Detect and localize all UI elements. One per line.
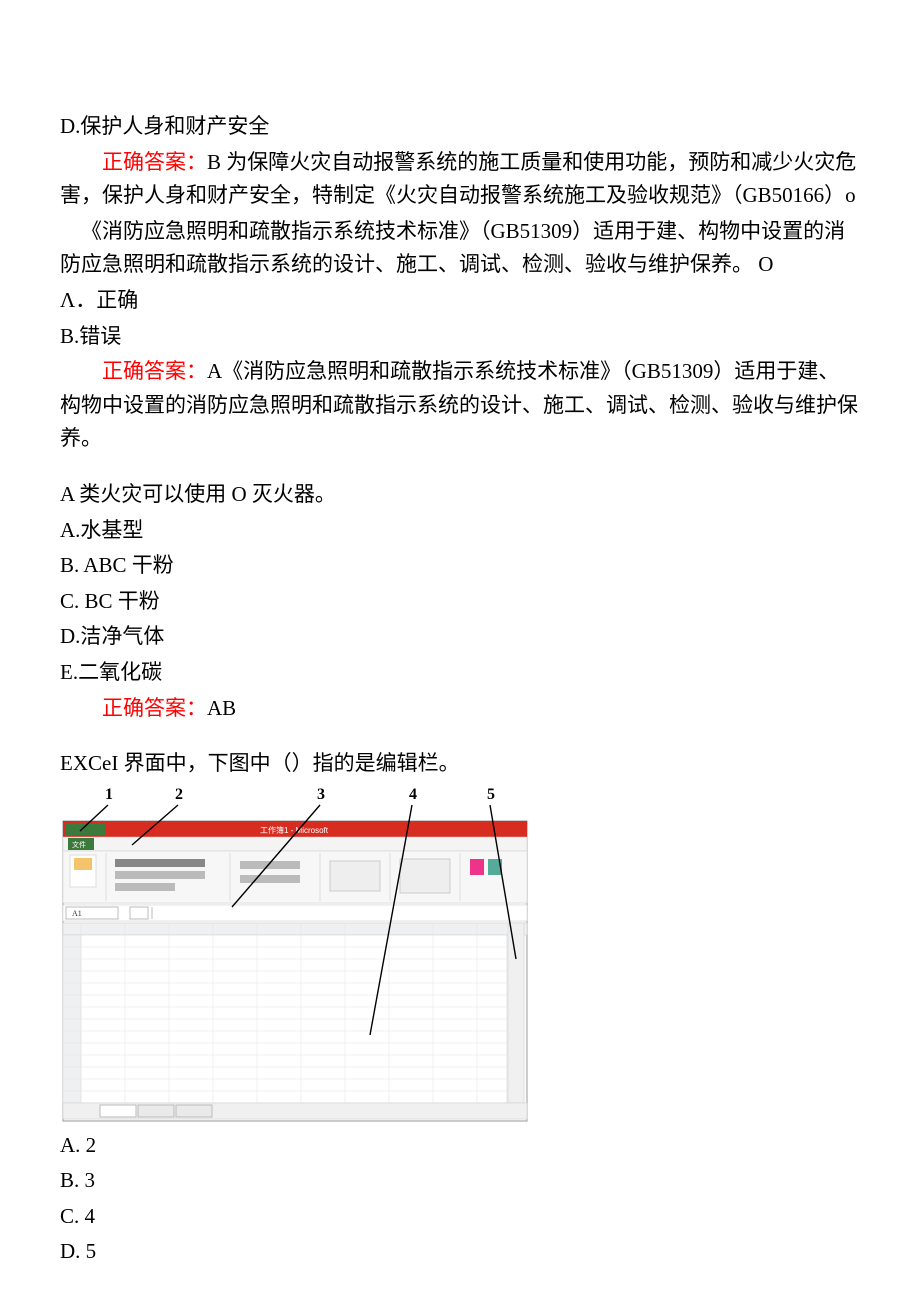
q2-stem: 《消防应急照明和疏散指示系统技术标准》（GB51309）适用于建、构物中设置的消…	[60, 215, 860, 282]
q3-option-a: A.水基型	[60, 514, 860, 548]
q2-option-b: B.错误	[60, 320, 860, 354]
svg-text:工作簿1 - Microsoft: 工作簿1 - Microsoft	[260, 825, 329, 835]
q1-answer: 正确答案：B 为保障火灾自动报警系统的施工质量和使用功能，预防和减少火灾危害，保…	[60, 146, 860, 213]
q4-option-a: A. 2	[60, 1129, 860, 1163]
answer-label: 正确答案：	[102, 359, 207, 383]
q1-option-d: D.保护人身和财产安全	[60, 110, 860, 144]
q3-option-d: D.洁净气体	[60, 620, 860, 654]
pointer-label-5: 5	[487, 786, 495, 803]
q3-answer: 正确答案：AB	[60, 692, 860, 726]
pointer-label-4: 4	[409, 786, 417, 803]
svg-text:A1: A1	[72, 909, 82, 918]
q2-answer: 正确答案：A《消防应急照明和疏散指示系统技术标准》（GB51309）适用于建、构…	[60, 355, 860, 456]
q4-option-c: C. 4	[60, 1200, 860, 1234]
q3-stem: A 类火灾可以使用 O 灭火器。	[60, 478, 860, 512]
q4-option-b: B. 3	[60, 1164, 860, 1198]
svg-text:文件: 文件	[72, 840, 86, 849]
q3-option-c: C. BC 干粉	[60, 585, 860, 619]
answer-label: 正确答案：	[102, 696, 207, 720]
pointer-label-2: 2	[175, 786, 183, 803]
q2-option-a: Λ．正确	[60, 284, 860, 318]
q3-option-b: B. ABC 干粉	[60, 549, 860, 583]
q4-option-d: D. 5	[60, 1235, 860, 1269]
answer-label: 正确答案：	[102, 150, 207, 174]
q3-answer-text: AB	[207, 696, 236, 720]
q4-stem: EXCeI 界面中，下图中（）指的是编辑栏。	[60, 747, 860, 781]
pointer-label-1: 1	[105, 786, 113, 803]
excel-diagram-svg: 工作簿1 - Microsoft 文件	[60, 785, 530, 1125]
q3-option-e: E.二氧化碳	[60, 656, 860, 690]
excel-screenshot: 工作簿1 - Microsoft 文件	[60, 785, 530, 1125]
pointer-label-3: 3	[317, 786, 325, 803]
